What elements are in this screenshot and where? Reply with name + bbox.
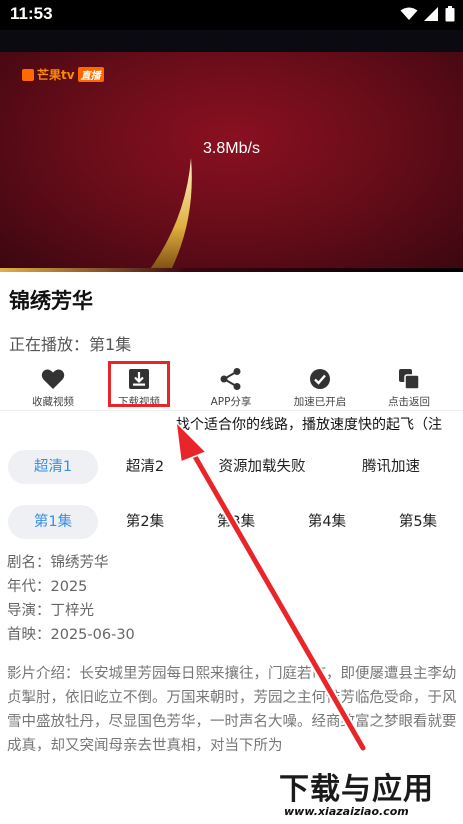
source-tab-2[interactable]: 超清2 bbox=[104, 450, 186, 484]
action-bar: 收藏视频 下载视频 APP分享 加速已开启 点击返回 bbox=[0, 367, 463, 411]
player-bottom-strip bbox=[0, 268, 463, 272]
watermark-logo: 下载与应用 bbox=[279, 772, 434, 807]
info-year: 年代：2025 bbox=[7, 579, 88, 595]
video-title: 锦绣芳华 bbox=[9, 289, 93, 313]
share-icon bbox=[220, 368, 241, 390]
episode-3[interactable]: 第3集 bbox=[196, 505, 276, 539]
video-intro: 影片介绍：长安城里芳园每日熙来攘往，门庭若市，即便屡遭县主李幼贞掣肘，依旧屹立不… bbox=[7, 666, 457, 754]
source-tab-1[interactable]: 超清1 bbox=[8, 450, 98, 484]
video-player[interactable]: 芒果tv 直播 3.8Mb/s bbox=[0, 30, 463, 272]
divider bbox=[0, 410, 463, 411]
now-playing: 正在播放：第1集 bbox=[9, 335, 132, 354]
copy-icon bbox=[399, 369, 420, 390]
wifi-icon bbox=[400, 7, 418, 20]
heart-icon bbox=[41, 369, 65, 389]
battery-icon bbox=[445, 6, 455, 22]
site-watermark: 下载与应用 www.xiazaiziao.com bbox=[277, 762, 463, 824]
status-icons bbox=[400, 6, 455, 22]
episode-2[interactable]: 第2集 bbox=[105, 505, 185, 539]
network-speed: 3.8Mb/s bbox=[203, 140, 260, 157]
status-time: 11:53 bbox=[10, 4, 53, 23]
download-highlight-box bbox=[108, 361, 170, 407]
episode-5[interactable]: 第5集 bbox=[378, 505, 458, 539]
signal-icon bbox=[424, 7, 438, 21]
episode-1[interactable]: 第1集 bbox=[8, 505, 98, 539]
info-director: 导演：丁梓光 bbox=[7, 603, 94, 619]
acceleration-button[interactable]: 加速已开启 bbox=[280, 367, 360, 409]
episode-4[interactable]: 第4集 bbox=[287, 505, 367, 539]
line-hint-text: 找个适合你的线路，播放速度快的起飞（注 bbox=[176, 417, 442, 433]
favorite-button[interactable]: 收藏视频 bbox=[13, 367, 93, 409]
back-button[interactable]: 点击返回 bbox=[369, 367, 449, 409]
watermark-url: www.xiazaiziao.com bbox=[281, 805, 412, 818]
status-bar: 11:53 bbox=[0, 0, 463, 30]
check-circle-icon bbox=[310, 369, 330, 389]
info-premiere: 首映：2025-06-30 bbox=[7, 627, 135, 643]
info-name: 剧名：锦绣芳华 bbox=[7, 555, 109, 571]
source-tab-4[interactable]: 腾讯加速 bbox=[345, 450, 437, 484]
source-tab-3[interactable]: 资源加载失败 bbox=[200, 450, 324, 484]
share-button[interactable]: APP分享 bbox=[191, 367, 271, 409]
